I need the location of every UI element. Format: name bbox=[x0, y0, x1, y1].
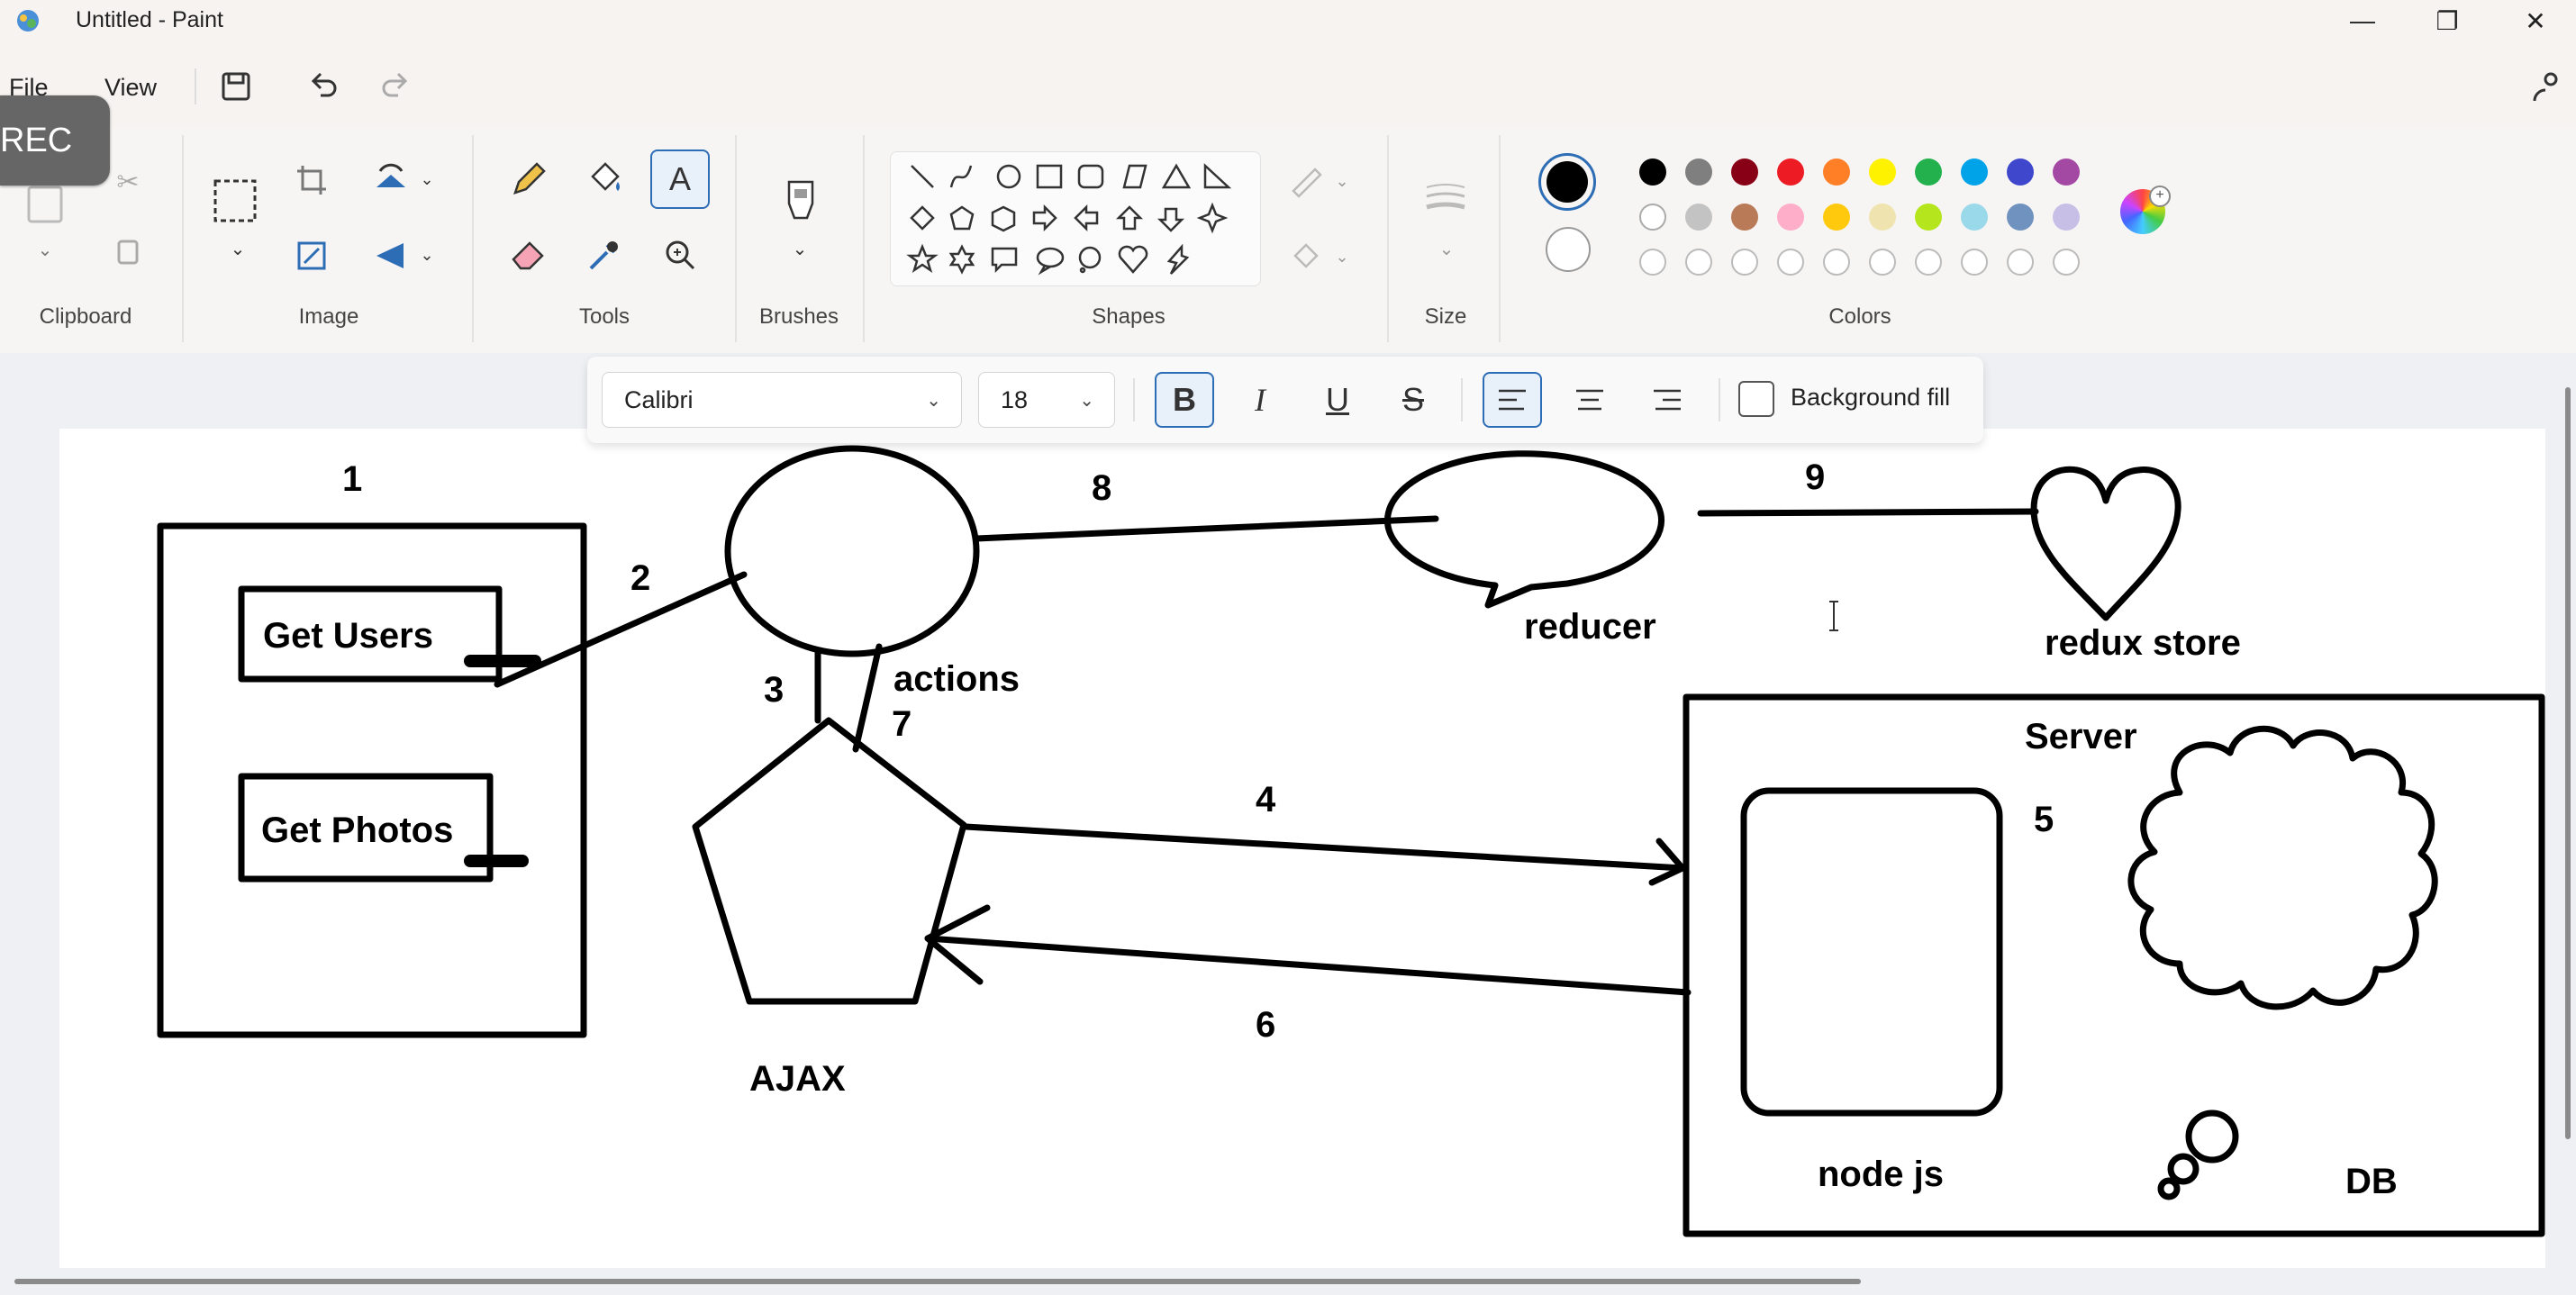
ui-box-shape bbox=[157, 522, 587, 1038]
font-family-value: Calibri bbox=[624, 385, 694, 413]
label-server: Server bbox=[2025, 717, 2137, 756]
font-size-value: 18 bbox=[1001, 385, 1029, 413]
label-get-users: Get Users bbox=[263, 616, 433, 656]
font-family-dropdown[interactable]: Calibri ⌄ bbox=[602, 372, 962, 428]
label-node-js: node js bbox=[1818, 1155, 1945, 1194]
toolbar-separator bbox=[1133, 378, 1135, 421]
arrow-4-line bbox=[962, 823, 1686, 872]
db-thought-bubble-small bbox=[2157, 1177, 2181, 1200]
rec-badge: REC bbox=[0, 95, 110, 186]
server-box-shape bbox=[1683, 693, 2545, 1237]
label-reducer: reducer bbox=[1524, 607, 1656, 647]
arrow-7-line bbox=[852, 643, 883, 753]
align-left-button[interactable] bbox=[1483, 372, 1542, 428]
label-step-4: 4 bbox=[1256, 780, 1276, 820]
arrow-9-line bbox=[1697, 508, 2039, 517]
font-size-dropdown[interactable]: 18 ⌄ bbox=[978, 372, 1115, 428]
label-redux-store: redux store bbox=[2045, 623, 2241, 663]
arrow-2-line bbox=[494, 571, 748, 688]
toolbar-separator bbox=[1461, 378, 1463, 421]
background-fill-label: Background fill bbox=[1791, 384, 1951, 411]
chevron-down-icon: ⌄ bbox=[1079, 390, 1094, 411]
text-cursor-icon bbox=[1829, 601, 1838, 631]
vertical-scrollbar[interactable] bbox=[2565, 387, 2571, 1139]
bold-button[interactable]: B bbox=[1155, 372, 1214, 428]
label-step-2: 2 bbox=[630, 558, 651, 598]
arrow-4-head bbox=[1648, 838, 1686, 886]
label-step-5: 5 bbox=[2034, 800, 2054, 839]
arrow-8-line bbox=[973, 515, 1439, 542]
align-left-icon bbox=[1499, 389, 1526, 411]
label-step-9: 9 bbox=[1805, 457, 1826, 497]
label-step-1: 1 bbox=[342, 459, 363, 499]
label-db: DB bbox=[2345, 1162, 2398, 1201]
reducer-speech-bubble-shape bbox=[1384, 450, 1664, 609]
label-ajax: AJAX bbox=[749, 1059, 846, 1099]
label-step-7: 7 bbox=[892, 704, 912, 744]
rec-label: REC bbox=[0, 121, 73, 159]
label-step-6: 6 bbox=[1256, 1005, 1276, 1045]
strikethrough-button[interactable]: S bbox=[1383, 372, 1443, 428]
align-right-button[interactable] bbox=[1637, 372, 1697, 428]
redux-store-heart-shape bbox=[2030, 466, 2181, 621]
background-fill-checkbox[interactable] bbox=[1738, 381, 1774, 417]
db-thought-bubble-medium bbox=[2167, 1153, 2200, 1185]
underline-button[interactable]: U bbox=[1308, 372, 1367, 428]
label-actions: actions bbox=[893, 659, 1020, 699]
text-toolbar: Calibri ⌄ 18 ⌄ B I U S Background fill bbox=[587, 357, 1983, 443]
db-thought-bubble-large bbox=[2185, 1109, 2239, 1164]
db-cloud-shape bbox=[2127, 725, 2438, 1010]
actions-circle-shape bbox=[724, 445, 980, 657]
node-js-rounded-rectangle-shape bbox=[1740, 787, 2003, 1117]
align-center-icon bbox=[1576, 389, 1603, 411]
toolbar-separator bbox=[1719, 378, 1720, 421]
horizontal-scrollbar[interactable] bbox=[14, 1279, 1861, 1284]
label-step-3: 3 bbox=[764, 670, 785, 710]
chevron-down-icon: ⌄ bbox=[926, 390, 941, 411]
ajax-pentagon-shape bbox=[692, 717, 967, 1005]
arrow-6-line bbox=[924, 935, 1692, 996]
label-step-8: 8 bbox=[1092, 468, 1112, 508]
label-get-photos: Get Photos bbox=[261, 811, 454, 850]
align-center-button[interactable] bbox=[1560, 372, 1619, 428]
italic-button[interactable]: I bbox=[1230, 372, 1290, 428]
align-right-icon bbox=[1654, 389, 1681, 411]
